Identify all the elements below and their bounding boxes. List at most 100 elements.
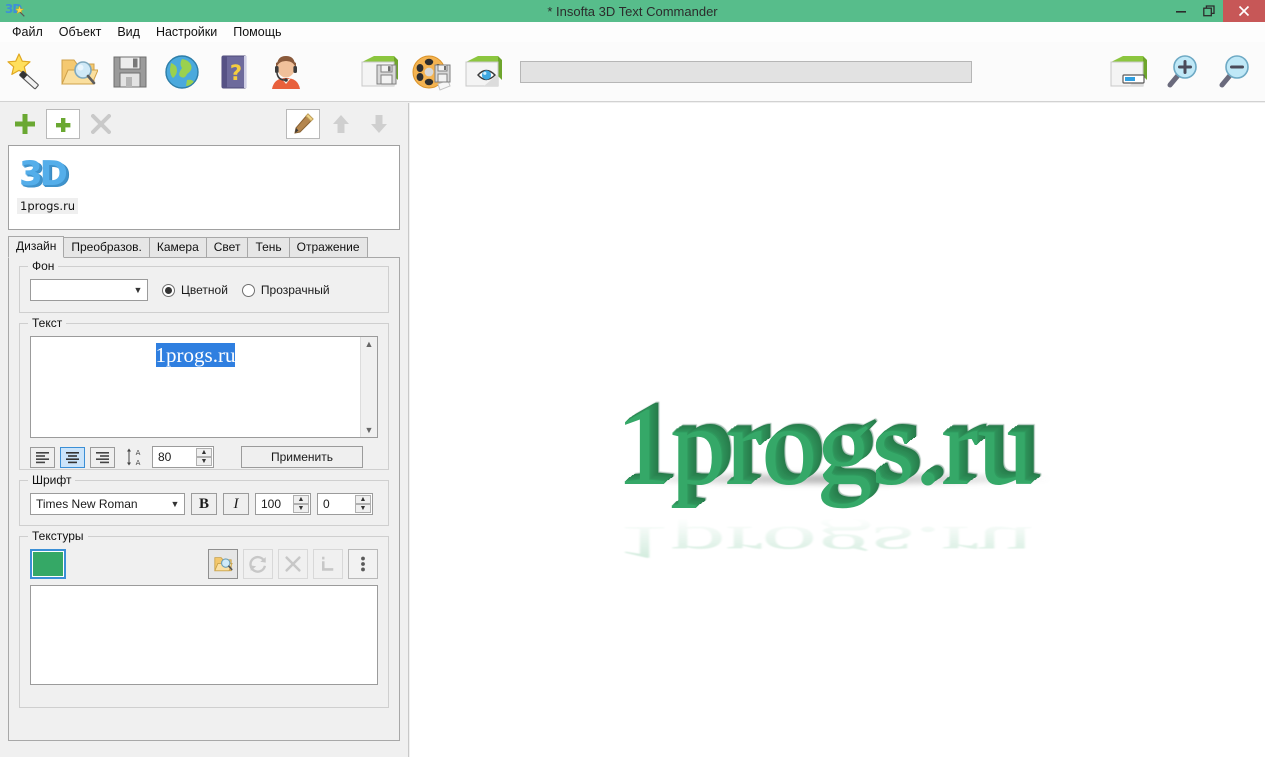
font-family-combo[interactable]: Times New Roman ▼ [30, 493, 185, 515]
delete-object-button[interactable] [84, 109, 118, 139]
stepper-up-icon[interactable]: ▲ [293, 495, 309, 504]
align-center-icon [66, 451, 79, 463]
new-wizard-button[interactable] [0, 45, 52, 99]
menu-object[interactable]: Объект [51, 23, 110, 41]
texture-list[interactable] [30, 585, 378, 685]
background-color-combo[interactable]: ▼ [30, 279, 148, 301]
italic-button-label: I [233, 495, 239, 512]
text-editor[interactable]: 1progs.ru ▲ ▼ [30, 336, 378, 438]
duplicate-object-button[interactable] [46, 109, 80, 139]
chevron-down-icon: ▼ [133, 285, 143, 295]
texture-remove-button[interactable] [278, 549, 308, 579]
textures-group: Текстуры [19, 529, 389, 708]
app-logo-icon: 3D [4, 1, 28, 21]
stepper-up-icon[interactable]: ▲ [355, 495, 371, 504]
tab-shadow[interactable]: Тень [247, 237, 290, 257]
zoom-in-button[interactable] [1155, 45, 1207, 99]
stepper-buttons[interactable]: ▲ ▼ [355, 495, 371, 513]
open-folder-magnifier-icon [214, 557, 233, 572]
chevron-down-icon[interactable]: ▼ [365, 425, 374, 435]
export-animation-button[interactable] [406, 45, 458, 99]
texture-refresh-button[interactable] [243, 549, 273, 579]
tab-strip: Дизайн Преобразов. Камера Свет Тень Отра… [8, 236, 400, 258]
support-button[interactable] [260, 45, 312, 99]
object-list[interactable]: 3D 1progs.ru [8, 145, 400, 230]
texture-corner-button[interactable] [313, 549, 343, 579]
bold-button-label: B [198, 495, 209, 512]
align-left-button[interactable] [30, 446, 55, 468]
preview-eye-icon [465, 55, 502, 86]
stepper-down-icon[interactable]: ▼ [355, 504, 371, 513]
radio-transparent-label: Прозрачный [260, 283, 330, 297]
export-image-button[interactable] [354, 45, 406, 99]
chevron-up-icon[interactable]: ▲ [365, 339, 374, 349]
help-book-icon: ? [221, 55, 247, 88]
menu-file[interactable]: Файл [4, 23, 51, 41]
save-image-icon [361, 55, 398, 86]
tab-reflection[interactable]: Отражение [288, 237, 368, 257]
minimize-button[interactable] [1167, 0, 1195, 22]
object-thumbnail-text: 3D [19, 154, 68, 194]
move-down-button[interactable] [362, 109, 396, 139]
path-field[interactable] [520, 60, 972, 83]
close-icon [1238, 5, 1250, 17]
move-up-button[interactable] [324, 109, 358, 139]
close-button[interactable] [1223, 0, 1265, 22]
save-button[interactable] [104, 45, 156, 99]
bold-button[interactable]: B [191, 493, 217, 515]
restore-button[interactable] [1195, 0, 1223, 22]
texture-color-swatch[interactable] [30, 549, 66, 579]
apply-button[interactable]: Применить [241, 446, 363, 468]
align-right-button[interactable] [90, 446, 115, 468]
italic-button[interactable]: I [223, 493, 249, 515]
tab-light[interactable]: Свет [205, 237, 249, 257]
font-group: Шрифт Times New Roman ▼ B I 100 ▲ ▼ 0 ▲ … [19, 473, 389, 526]
line-spacing-value: 80 [158, 450, 172, 464]
render-viewport[interactable]: 1progs.ru 1progs.ru [410, 103, 1265, 757]
text-editor-value: 1progs.ru [155, 343, 236, 367]
progress-bar-icon [1110, 55, 1147, 86]
align-center-button[interactable] [60, 446, 85, 468]
stepper-buttons[interactable]: ▲ ▼ [196, 448, 212, 466]
tab-transform[interactable]: Преобразов. [63, 237, 150, 257]
font-family-value: Times New Roman [36, 497, 138, 511]
web-button[interactable] [156, 45, 208, 99]
stepper-down-icon[interactable]: ▼ [293, 504, 309, 513]
line-spacing-icon: A A [126, 447, 148, 467]
text-editor-scrollbar[interactable]: ▲ ▼ [360, 337, 377, 437]
preview-button[interactable] [458, 45, 510, 99]
main-toolbar: ? [0, 42, 1265, 102]
menu-view[interactable]: Вид [109, 23, 148, 41]
background-transparent-radio[interactable]: Прозрачный [241, 283, 330, 297]
help-button[interactable]: ? [208, 45, 260, 99]
font-size-stepper[interactable]: 100 ▲ ▼ [255, 493, 311, 515]
background-colored-radio[interactable]: Цветной [162, 283, 228, 297]
stepper-down-icon[interactable]: ▼ [196, 457, 212, 466]
film-reel-icon [412, 55, 451, 91]
refresh-icon [249, 555, 267, 573]
magnifier-plus-icon [1167, 54, 1197, 87]
menu-settings[interactable]: Настройки [148, 23, 225, 41]
edit-object-button[interactable] [286, 109, 320, 139]
stepper-up-icon[interactable]: ▲ [196, 448, 212, 457]
text-editor-content[interactable]: 1progs.ru [31, 337, 360, 437]
menu-help[interactable]: Помощь [225, 23, 289, 41]
zoom-out-button[interactable] [1207, 45, 1259, 99]
progress-button[interactable] [1103, 45, 1155, 99]
title-bar: 3D * Insofta 3D Text Commander [0, 0, 1265, 22]
3d-scene[interactable]: 1progs.ru 1progs.ru [410, 103, 1265, 757]
add-object-button[interactable] [8, 109, 42, 139]
line-spacing-stepper[interactable]: 80 ▲ ▼ [152, 446, 214, 468]
3d-text-reflection: 1progs.ru [615, 516, 1033, 569]
stepper-buttons[interactable]: ▲ ▼ [293, 495, 309, 513]
restore-icon [1202, 4, 1215, 16]
tab-camera[interactable]: Камера [148, 237, 207, 257]
texture-browse-button[interactable] [208, 549, 238, 579]
open-button[interactable] [52, 45, 104, 99]
tab-design[interactable]: Дизайн [8, 236, 65, 258]
texture-more-button[interactable] [348, 549, 378, 579]
3d-text-object[interactable]: 1progs.ru [615, 383, 1033, 512]
textures-group-label: Текстуры [28, 529, 88, 543]
minimize-icon [1176, 11, 1186, 13]
font-spacing-stepper[interactable]: 0 ▲ ▼ [317, 493, 373, 515]
